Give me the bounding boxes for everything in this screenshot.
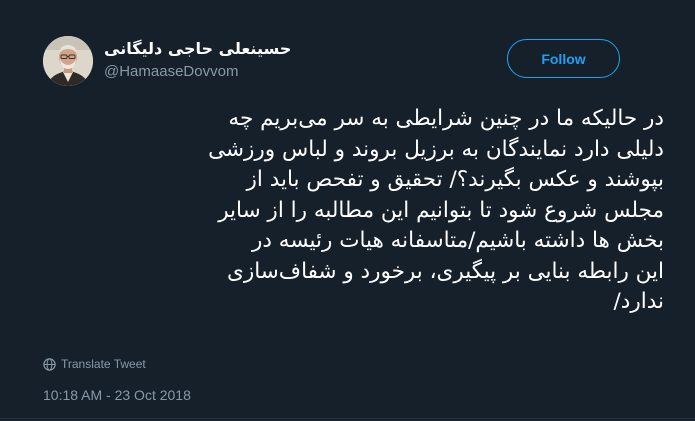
tweet-text-line: این رابطه بنایی بر پیگیری، برخورد و شفاف…: [227, 258, 664, 284]
globe-icon: [43, 357, 56, 371]
author-display-name[interactable]: حسینعلی حاجی دلیگانی: [104, 39, 291, 58]
divider: [0, 418, 695, 419]
tweet-text-line: ندارد/: [613, 289, 664, 314]
user-avatar-icon: [43, 36, 93, 86]
author-handle[interactable]: @HamaaseDovvom: [104, 63, 238, 80]
tweet-text-line: دلیلی دارد نمایندگان به برزیل بروند و لب…: [208, 136, 664, 162]
tweet-timestamp[interactable]: 10:18 AM - 23 Oct 2018: [43, 387, 191, 403]
tweet-card: حسینعلی حاجی دلیگانی @HamaaseDovvom Foll…: [0, 0, 695, 421]
tweet-text-line: مجلس شروع شود تا بتوانیم این مطالبه را ا…: [218, 197, 664, 223]
tweet-text-line: بخش ها داشته باشیم/متاسفانه هیات رئیسه د…: [252, 228, 664, 253]
translate-tweet-link[interactable]: Translate Tweet: [43, 356, 146, 372]
tweet-text: در حالیکه ما در چنین شرایطی به سر می‌بری…: [30, 104, 664, 318]
avatar[interactable]: [43, 36, 93, 86]
follow-button[interactable]: Follow: [507, 39, 620, 78]
translate-label: Translate Tweet: [61, 357, 146, 371]
tweet-text-line: در حالیکه ما در چنین شرایطی به سر می‌بری…: [228, 106, 664, 131]
tweet-text-line: بپوشند و عکس بگیرند؟/ تحقیق و تفحص باید …: [246, 167, 664, 192]
